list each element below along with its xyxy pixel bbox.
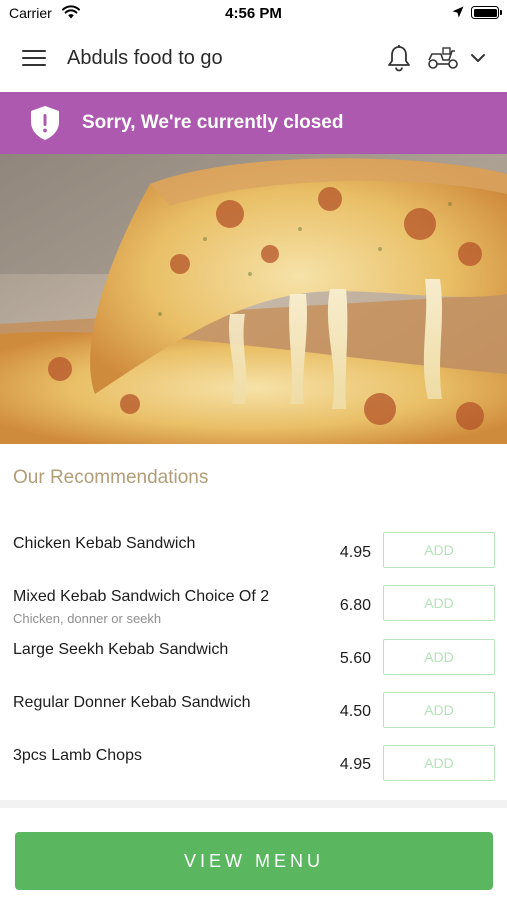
list-item: Regular Donner Kebab Sandwich 4.50 ADD: [0, 692, 507, 747]
chevron-down-icon[interactable]: [469, 50, 487, 66]
hero-pizza-image: [0, 154, 507, 444]
list-item: Large Seekh Kebab Sandwich 5.60 ADD: [0, 639, 507, 694]
item-price: 4.95: [339, 756, 371, 773]
status-bar: Carrier 4:56 PM: [0, 0, 507, 26]
divider: [0, 800, 507, 808]
battery-icon: [471, 6, 502, 19]
list-item: Mixed Kebab Sandwich Choice Of 2 Chicken…: [0, 585, 507, 641]
app-header: Abduls food to go: [0, 26, 507, 92]
add-button[interactable]: ADD: [383, 745, 495, 781]
item-name: Chicken Kebab Sandwich: [13, 535, 196, 552]
item-price: 6.80: [339, 597, 371, 614]
location-arrow-icon: [452, 6, 464, 18]
item-description: Chicken, donner or seekh: [13, 611, 162, 626]
add-button[interactable]: ADD: [383, 585, 495, 621]
item-name: Regular Donner Kebab Sandwich: [13, 694, 251, 711]
bell-icon[interactable]: [386, 44, 412, 72]
menu-icon[interactable]: [22, 50, 46, 68]
add-button[interactable]: ADD: [383, 639, 495, 675]
list-item: 3pcs Lamb Chops 4.95 ADD: [0, 745, 507, 800]
shield-alert-icon: [31, 106, 59, 140]
view-menu-button[interactable]: VIEW MENU: [15, 832, 493, 890]
closed-banner: Sorry, We're currently closed: [0, 92, 507, 154]
store-name: Abduls food to go: [67, 47, 223, 69]
scooter-delivery-icon[interactable]: [426, 46, 460, 70]
add-button[interactable]: ADD: [383, 692, 495, 728]
item-price: 5.60: [339, 650, 371, 667]
list-item: Chicken Kebab Sandwich 4.95 ADD: [0, 532, 507, 588]
item-name: Large Seekh Kebab Sandwich: [13, 641, 229, 658]
closed-message: Sorry, We're currently closed: [82, 112, 344, 133]
add-button[interactable]: ADD: [383, 532, 495, 568]
recommendations-title: Our Recommendations: [13, 467, 209, 488]
item-price: 4.50: [339, 703, 371, 720]
item-price: 4.95: [339, 544, 371, 561]
item-name: 3pcs Lamb Chops: [13, 747, 142, 764]
clock: 4:56 PM: [225, 5, 282, 22]
item-name: Mixed Kebab Sandwich Choice Of 2: [13, 588, 270, 605]
